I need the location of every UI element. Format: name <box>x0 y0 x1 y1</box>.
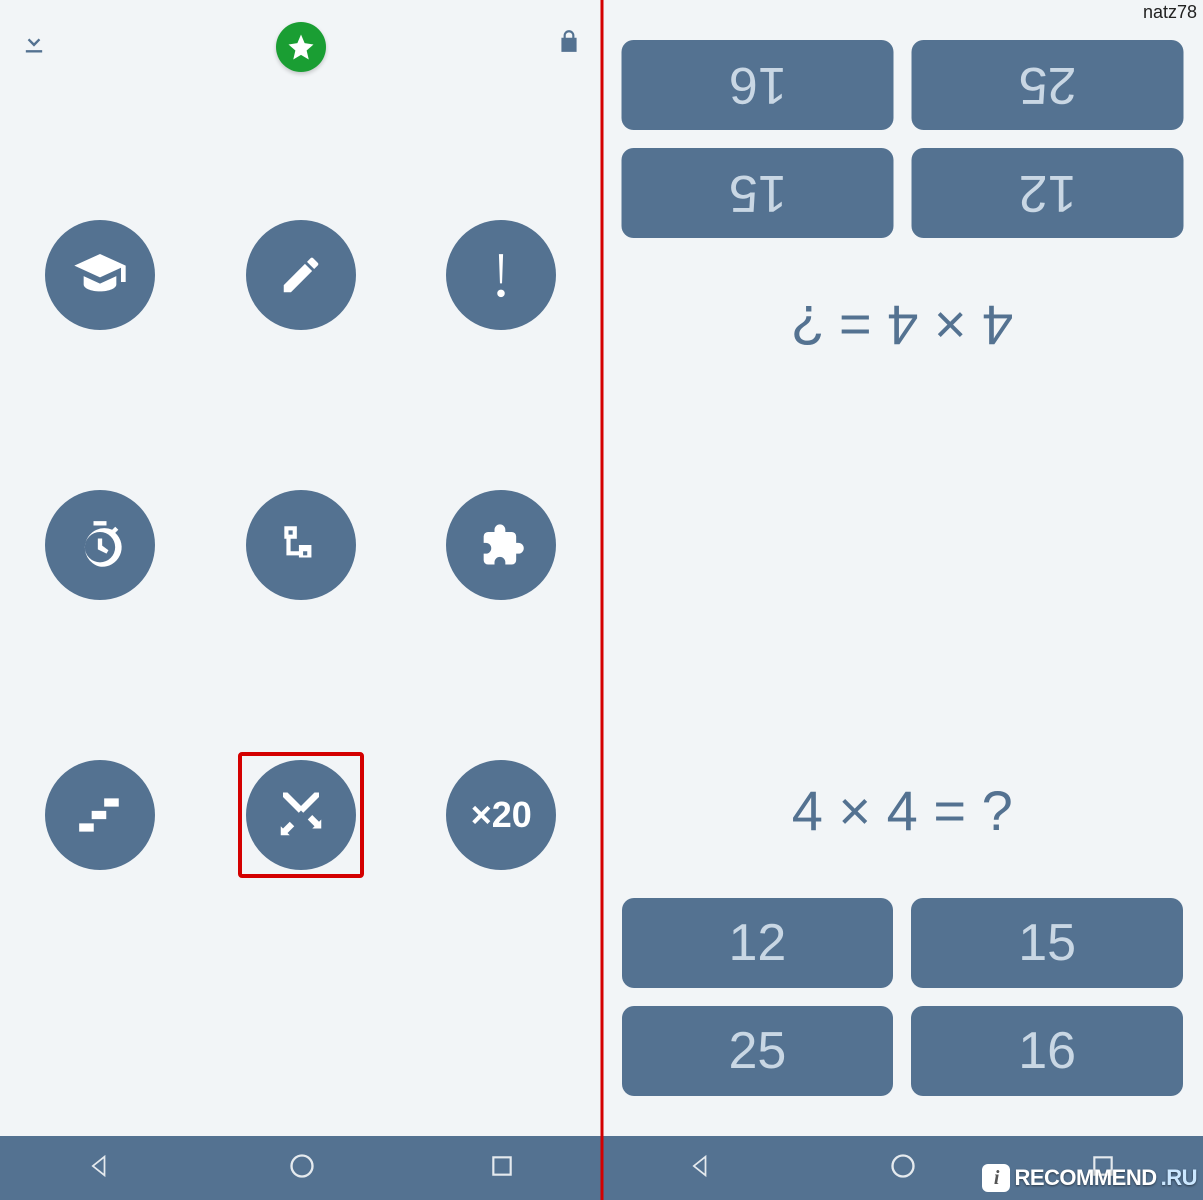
battle-selected-frame <box>238 752 364 878</box>
nav-back-button[interactable] <box>87 1152 115 1185</box>
nav-home-button[interactable] <box>288 1152 316 1185</box>
star-badge[interactable] <box>276 22 326 72</box>
puzzle-mode-button[interactable] <box>446 490 556 600</box>
answer-button[interactable]: 12 <box>911 148 1183 238</box>
learn-mode-button[interactable] <box>45 220 155 330</box>
timed-mode-button[interactable] <box>45 490 155 600</box>
answer-button[interactable]: 16 <box>622 40 894 130</box>
answer-button[interactable]: 15 <box>622 148 894 238</box>
challenge-mode-button[interactable] <box>446 220 556 330</box>
watermark-user: natz78 <box>1143 2 1197 23</box>
player-bottom: 4 × 4 = ? 12 15 25 16 <box>602 568 1203 1136</box>
practice-mode-button[interactable] <box>246 220 356 330</box>
answers-top: 12 15 25 16 <box>622 40 1184 238</box>
pane-divider <box>600 0 603 1200</box>
lock-icon[interactable] <box>556 28 582 59</box>
answer-button[interactable]: 15 <box>911 898 1183 988</box>
x20-label: ×20 <box>471 794 532 836</box>
answer-button[interactable]: 16 <box>911 1006 1183 1096</box>
answer-button[interactable]: 12 <box>622 898 894 988</box>
x20-mode-button[interactable]: ×20 <box>446 760 556 870</box>
levels-mode-button[interactable] <box>45 760 155 870</box>
watermark-site-suffix: .RU <box>1161 1165 1197 1191</box>
menu-pane: ×20 <box>0 0 602 1200</box>
game-pane: 4 × 4 = ? 12 15 25 16 4 × 4 = ? 12 15 25… <box>602 0 1203 1200</box>
nav-recent-button[interactable] <box>489 1153 515 1184</box>
player-top: 4 × 4 = ? 12 15 25 16 <box>602 0 1203 568</box>
path-mode-button[interactable] <box>246 490 356 600</box>
nav-home-button[interactable] <box>889 1152 917 1185</box>
top-bar <box>0 0 602 90</box>
game-area: 4 × 4 = ? 12 15 25 16 4 × 4 = ? 12 15 25… <box>602 0 1203 1136</box>
watermark-site-main: RECOMMEND <box>1014 1165 1156 1191</box>
nav-back-button[interactable] <box>688 1152 716 1185</box>
answer-button[interactable]: 25 <box>622 1006 894 1096</box>
android-navbar-left <box>0 1136 602 1200</box>
question-top: 4 × 4 = ? <box>792 293 1013 358</box>
answer-button[interactable]: 25 <box>911 40 1183 130</box>
watermark-badge-icon: i <box>982 1164 1010 1192</box>
download-icon[interactable] <box>20 28 48 61</box>
question-bottom: 4 × 4 = ? <box>792 778 1013 843</box>
watermark-site: i RECOMMEND.RU <box>982 1164 1197 1192</box>
answers-bottom: 12 15 25 16 <box>622 898 1184 1096</box>
